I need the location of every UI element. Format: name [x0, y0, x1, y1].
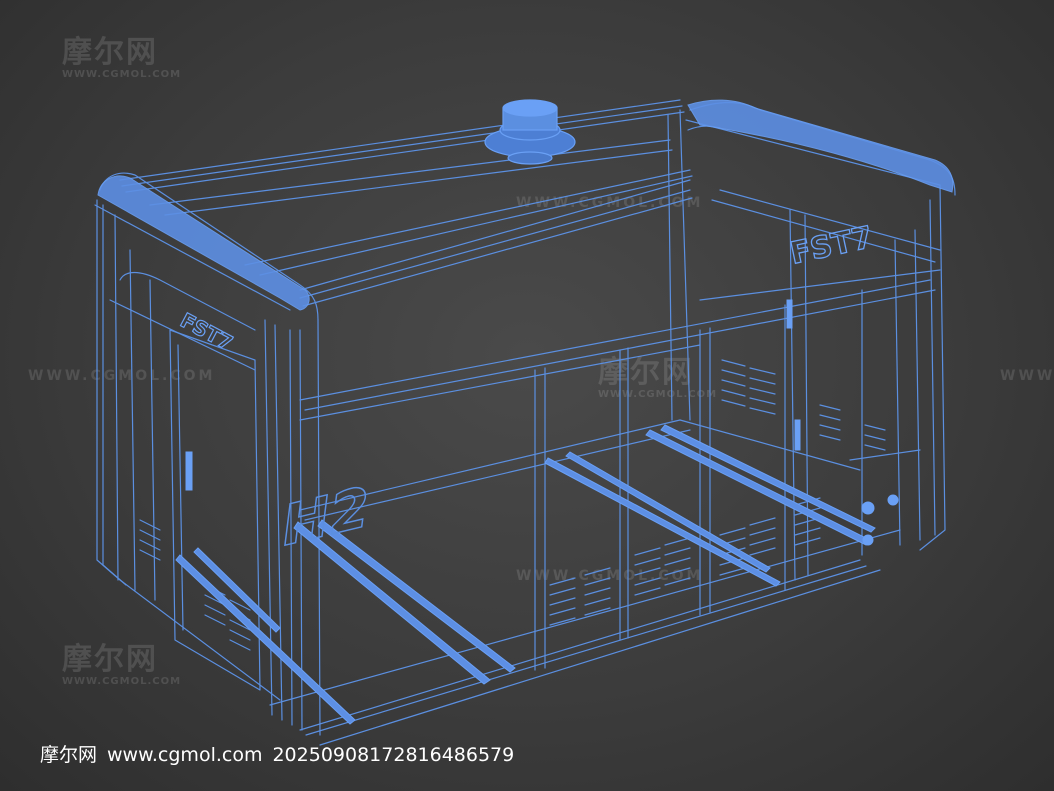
front-vents [549, 497, 821, 626]
side-vents [721, 359, 886, 451]
side-logo-fst7: FST7 [787, 220, 876, 272]
image-caption: 摩尔网 www.cgmol.com 20250908172816486579 [40, 740, 524, 767]
3d-viewport[interactable]: 摩尔网 WWW.CGMOL.COM 摩尔网 WWW.CGMOL.COM 摩尔网 … [0, 0, 1054, 791]
wireframe-generator-enclosure: H2 FST7 FST7 [94, 99, 956, 746]
left-door-handle [185, 451, 193, 491]
right-door-handle [794, 419, 801, 451]
front-logo-h2: H2 [280, 476, 372, 559]
caption-url[interactable]: www.cgmol.com [107, 744, 262, 766]
filler-cap [484, 99, 576, 165]
caption-id: 20250908172816486579 [272, 744, 515, 766]
caption-site: 摩尔网 [40, 744, 98, 766]
